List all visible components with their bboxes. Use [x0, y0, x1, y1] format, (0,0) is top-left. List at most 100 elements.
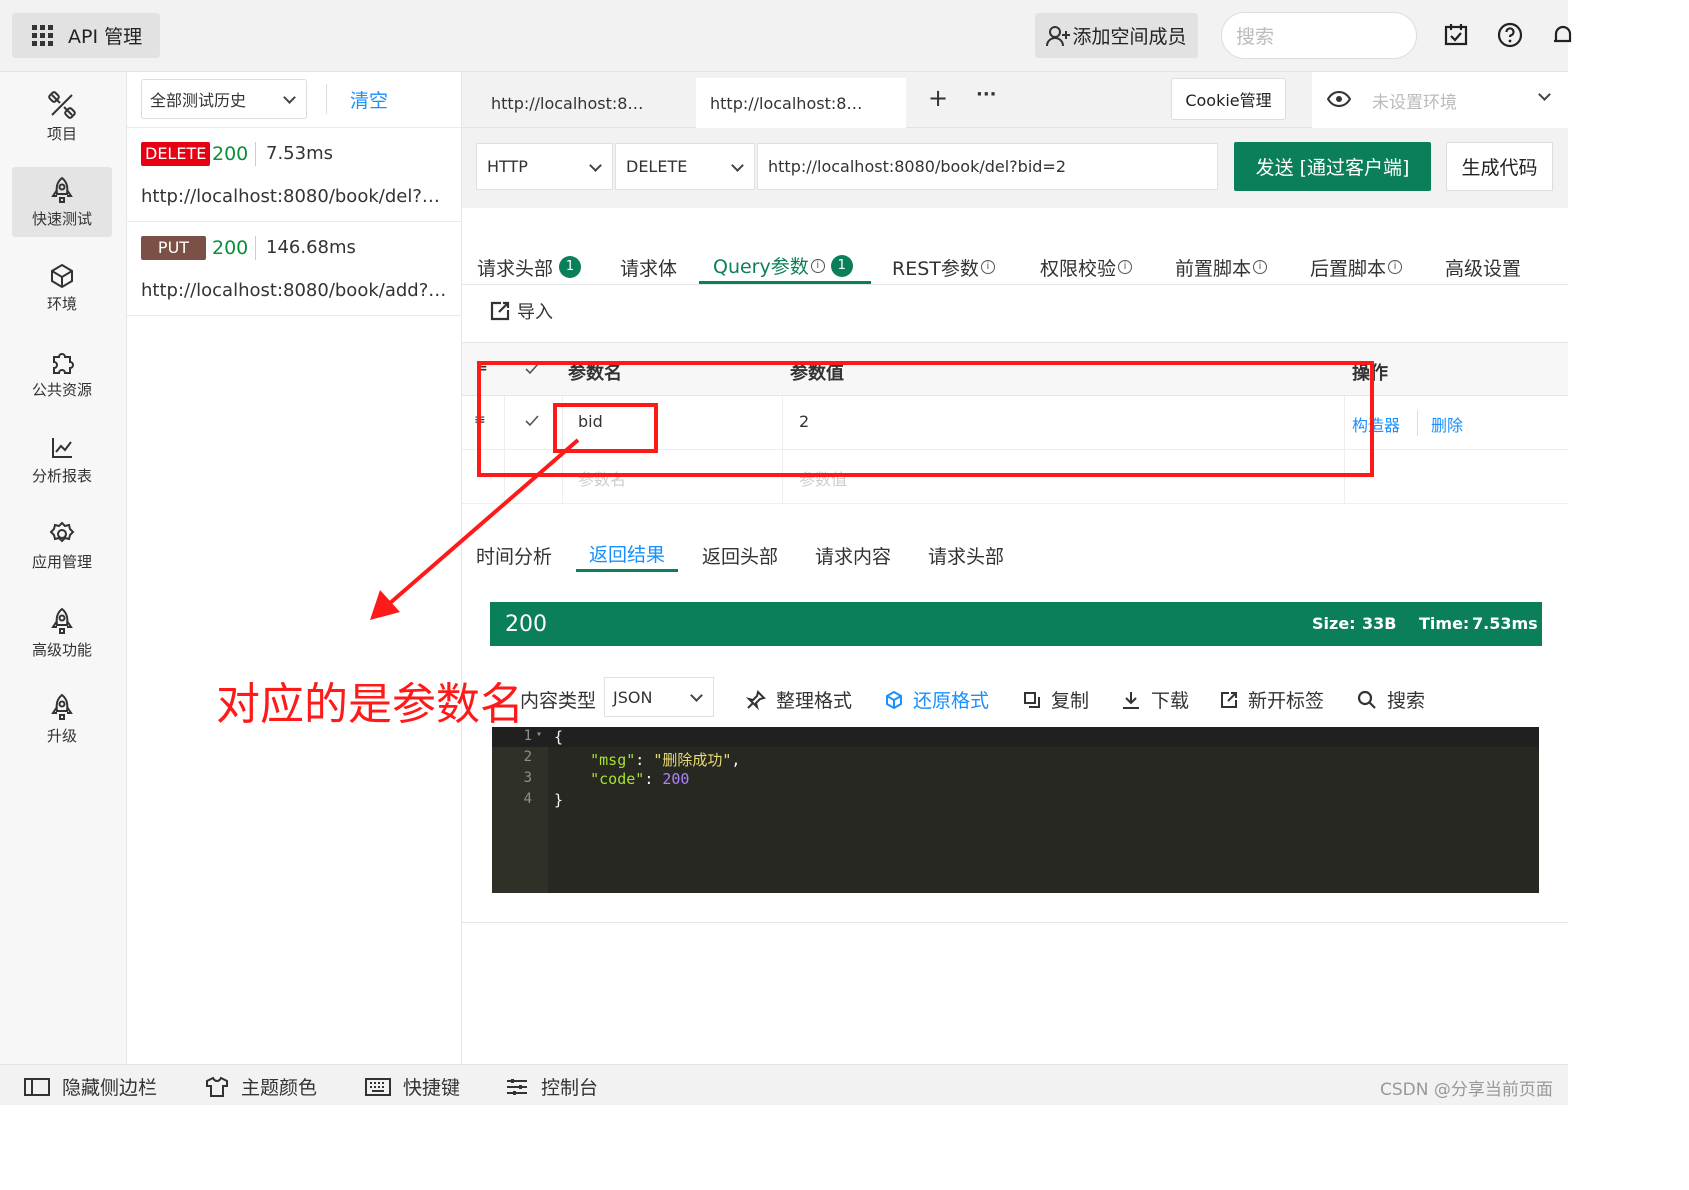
tab-rest-params[interactable]: REST参数 i: [892, 250, 995, 284]
method-badge: DELETE: [141, 142, 211, 166]
method-select[interactable]: DELETE: [615, 143, 755, 190]
tab-pre-script[interactable]: 前置脚本 i: [1175, 250, 1268, 284]
send-button[interactable]: 发送 [通过客户端]: [1234, 142, 1431, 191]
add-member-button[interactable]: 添加空间成员: [1035, 13, 1198, 58]
chevron-down-icon: [690, 689, 703, 702]
rail-item-quick-test[interactable]: 快速测试: [12, 167, 112, 237]
url-input[interactable]: http://localhost:8080/book/del?bid=2: [757, 143, 1218, 190]
tab-auth[interactable]: 权限校验 i: [1040, 250, 1133, 284]
rocket-icon: [51, 693, 73, 720]
add-user-icon: [1046, 25, 1071, 46]
rail-item-reports[interactable]: 分析报表: [12, 425, 112, 495]
chevron-down-icon: [731, 159, 744, 172]
search-response-button[interactable]: 搜索: [1357, 686, 1425, 713]
content-type-label: 内容类型: [520, 690, 597, 712]
puzzle-icon: [53, 352, 74, 374]
copy-icon: [1024, 691, 1040, 708]
request-tab[interactable]: http://localhost:8080/book/add: [477, 78, 662, 128]
line-number: 2: [523, 749, 532, 765]
tab-post-script[interactable]: 后置脚本 i: [1310, 250, 1403, 284]
calendar-icon[interactable]: [1443, 22, 1469, 48]
history-filter-select[interactable]: 全部测试历史: [141, 79, 307, 119]
rail-item-upgrade[interactable]: 升级: [12, 684, 112, 754]
cube-icon: [886, 690, 902, 709]
eye-icon: [1327, 90, 1351, 108]
fold-arrow-icon[interactable]: ▾: [536, 729, 542, 740]
rail-item-project[interactable]: 项目: [12, 82, 112, 152]
history-url: http://localhost:8080/book/add?id=1: [141, 280, 451, 301]
shortcuts-button[interactable]: 快捷键: [365, 1073, 460, 1100]
tab-advanced-settings[interactable]: 高级设置: [1445, 250, 1521, 284]
code-line: {: [554, 728, 564, 746]
chart-icon: [52, 437, 72, 458]
chevron-down-icon: [589, 159, 602, 172]
share-page-link[interactable]: CSDN @分享当前页面: [1380, 1075, 1553, 1100]
hide-sidebar-button[interactable]: 隐藏侧边栏: [24, 1073, 157, 1100]
help-icon[interactable]: [1497, 22, 1523, 48]
project-icon: [48, 90, 76, 119]
app-menu-button[interactable]: API 管理: [12, 13, 160, 58]
history-row[interactable]: DELETE 200 7.53ms http://localhost:8080/…: [127, 128, 462, 222]
time-label: Time:: [1419, 614, 1470, 633]
rail-item-environment[interactable]: 环境: [12, 253, 112, 323]
keyboard-icon: [365, 1077, 391, 1096]
rail-item-app-management[interactable]: 应用管理: [12, 511, 112, 581]
restore-format-button[interactable]: 还原格式: [885, 686, 989, 713]
annotation-text: 对应的是参数名: [216, 679, 524, 730]
tab-request-content[interactable]: 请求内容: [815, 538, 891, 572]
code-line: "msg": "删除成功",: [590, 751, 741, 769]
rail-item-public-resources[interactable]: 公共资源: [12, 339, 112, 409]
shirt-icon: [206, 1076, 228, 1097]
tab-request-body[interactable]: 请求体: [620, 250, 677, 284]
history-row[interactable]: PUT 200 146.68ms http://localhost:8080/b…: [127, 222, 462, 316]
tab-query-params[interactable]: Query参数 i 1: [699, 250, 871, 284]
download-button[interactable]: 下载: [1121, 686, 1189, 713]
info-icon: i: [810, 258, 825, 273]
generate-code-button[interactable]: 生成代码: [1446, 142, 1553, 191]
search-input[interactable]: 搜索: [1221, 12, 1417, 59]
info-icon: i: [1388, 260, 1403, 274]
code-line: "code": 200: [590, 770, 690, 788]
add-tab-button[interactable]: +: [928, 84, 948, 112]
status-code: 200: [212, 143, 249, 165]
import-button[interactable]: 导入: [489, 298, 553, 324]
format-button[interactable]: 整理格式: [746, 686, 852, 713]
history-url: http://localhost:8080/book/del?bid=2: [141, 186, 451, 207]
search-icon: [1357, 690, 1376, 709]
cube-icon: [51, 263, 73, 288]
info-icon: i: [980, 260, 995, 274]
bell-icon[interactable]: [1550, 22, 1576, 48]
theme-color-button[interactable]: 主题颜色: [205, 1073, 317, 1100]
content-type-select[interactable]: JSON: [604, 677, 714, 717]
count-badge: 1: [830, 254, 853, 277]
response-size: 33B: [1362, 614, 1397, 633]
sidebar-icon: [24, 1077, 50, 1096]
divider: [462, 922, 1568, 923]
tab-request-headers[interactable]: 请求头部 1: [477, 250, 582, 284]
delete-param-link[interactable]: 删除: [1431, 412, 1463, 436]
console-button[interactable]: 控制台: [505, 1073, 598, 1100]
protocol-select[interactable]: HTTP: [476, 143, 613, 190]
import-icon: [490, 301, 510, 321]
info-icon: i: [1118, 260, 1133, 274]
tab-response-headers[interactable]: 返回头部: [702, 538, 778, 572]
annotation-arrow: [370, 438, 580, 620]
line-number: 4: [523, 791, 532, 807]
add-member-label: 添加空间成员: [1072, 26, 1187, 48]
chevron-down-icon: [283, 91, 296, 104]
tab-request-headers-result[interactable]: 请求头部: [928, 538, 1004, 572]
gear-icon: [49, 521, 75, 542]
more-tabs-button[interactable]: ···: [976, 84, 997, 105]
grid-icon: [32, 24, 54, 47]
rail-item-advanced[interactable]: 高级功能: [12, 598, 112, 668]
response-time: 146.68ms: [255, 236, 356, 260]
cookie-manager-button[interactable]: Cookie管理: [1171, 78, 1286, 120]
copy-button[interactable]: 复制: [1023, 686, 1089, 713]
active-line-highlight: [492, 727, 1539, 747]
response-time-total: 7.53ms: [1472, 614, 1538, 633]
clear-history-link[interactable]: 清空: [350, 86, 388, 113]
request-tab-active[interactable]: http://localhost:8080/book/del: [696, 78, 906, 128]
new-tab-button[interactable]: 新开标签: [1220, 686, 1324, 713]
response-code-editor[interactable]: 1 ▾ { 2 "msg": "删除成功", 3 "code": 200 4 }: [492, 727, 1539, 893]
rocket-icon: [51, 607, 73, 634]
